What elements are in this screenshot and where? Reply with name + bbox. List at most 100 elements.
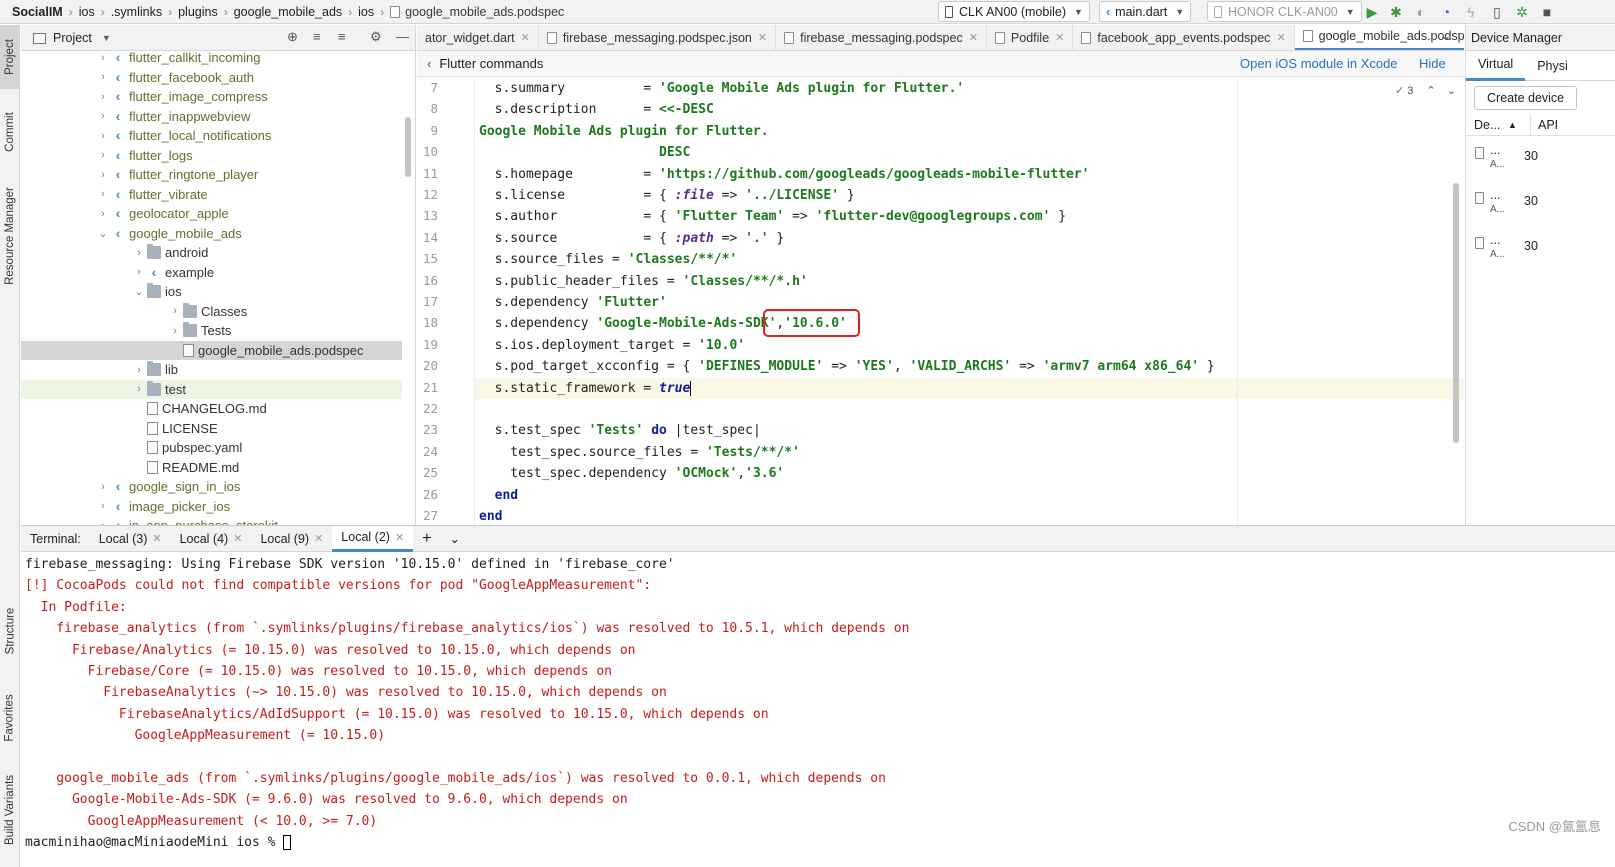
expand-arrow-icon[interactable]: › — [95, 208, 111, 220]
tree-item[interactable]: › Tests — [21, 321, 402, 341]
device-row[interactable]: ... A... 30 — [1466, 233, 1615, 277]
tool-tab-resource-manager[interactable]: Resource Manager — [0, 175, 20, 297]
tree-item[interactable]: › lib — [21, 360, 402, 380]
tree-item[interactable]: › test — [21, 379, 402, 399]
profile-icon[interactable]: ◔ — [1437, 3, 1455, 21]
chevron-down-icon[interactable]: ⌄ — [1441, 29, 1451, 43]
close-icon[interactable]: ✕ — [152, 532, 161, 545]
run-icon[interactable]: ▶ — [1363, 3, 1381, 21]
expand-arrow-icon[interactable]: › — [95, 71, 111, 83]
expand-arrow-icon[interactable]: › — [95, 500, 111, 512]
terminal-tab[interactable]: Local (4) ✕ — [171, 526, 252, 552]
code-area[interactable]: s.summary = 'Google Mobile Ads plugin fo… — [475, 78, 1435, 525]
editor-tab[interactable]: Podfile ✕ — [987, 25, 1074, 50]
tree-item[interactable]: ⌄ ‹ google_mobile_ads — [21, 224, 402, 244]
editor-tab[interactable]: google_mobile_ads.podspec✕ — [1294, 25, 1464, 50]
run-coverage-icon[interactable]: ◐ — [1412, 3, 1430, 21]
tool-tab-structure[interactable]: Structure — [0, 595, 20, 667]
close-icon[interactable]: ✕ — [1055, 31, 1064, 44]
editor-tab[interactable]: firebase_messaging.podspec.json ✕ — [539, 25, 777, 50]
close-icon[interactable]: ✕ — [969, 31, 978, 44]
inspection-widget[interactable]: ✓ 3 ⌃ ⌄ — [1395, 84, 1456, 97]
tree-item[interactable]: LICENSE — [21, 419, 402, 439]
expand-arrow-icon[interactable]: › — [131, 266, 147, 278]
tool-tab-project[interactable]: Project — [0, 25, 20, 89]
add-terminal-icon[interactable]: + — [413, 526, 440, 552]
expand-arrow-icon[interactable]: › — [95, 188, 111, 200]
tree-item[interactable]: › ‹ flutter_facebook_auth — [21, 68, 402, 88]
expand-arrow-icon[interactable]: ⌄ — [95, 227, 111, 240]
tool-tab-build-variants[interactable]: Build Variants — [0, 765, 20, 855]
expand-arrow-icon[interactable]: › — [131, 364, 147, 376]
breadcrumb-item[interactable]: ios — [79, 5, 95, 19]
close-icon[interactable]: ✕ — [521, 31, 530, 44]
code-editor[interactable]: 7 8 9 10 11 12 13 14 15 16 17 18 19 20 21 22 23 24 25 26 27 … — [417, 78, 1464, 525]
editor-tab[interactable]: ator_widget.dart ✕ — [417, 25, 539, 50]
expand-arrow-icon[interactable]: › — [95, 481, 111, 493]
editor-tab[interactable]: facebook_app_events.podspec ✕ — [1073, 25, 1295, 50]
hide-link[interactable]: Hide — [1419, 56, 1446, 71]
tree-item[interactable]: › ‹ example — [21, 263, 402, 283]
terminal-output[interactable]: firebase_messaging: Using Firebase SDK v… — [25, 554, 1605, 853]
close-icon[interactable]: ✕ — [1276, 31, 1285, 44]
expand-arrow-icon[interactable]: › — [167, 325, 183, 337]
tab-physical[interactable]: Physi — [1525, 51, 1580, 81]
tree-item[interactable]: › ‹ flutter_logs — [21, 146, 402, 166]
expand-arrow-icon[interactable]: ⌄ — [131, 285, 147, 298]
tree-item[interactable]: › ‹ google_sign_in_ios — [21, 477, 402, 497]
device-row[interactable]: ... A... 30 — [1466, 188, 1615, 232]
editor-scrollbar[interactable] — [1453, 183, 1459, 443]
attach-debugger-icon[interactable]: ✲ — [1513, 3, 1531, 21]
tool-tab-favorites[interactable]: Favorites — [0, 680, 20, 755]
tree-item[interactable]: google_mobile_ads.podspec — [21, 340, 402, 360]
project-scrollbar[interactable] — [405, 117, 411, 177]
breadcrumb-item[interactable]: SocialIM — [12, 5, 63, 19]
expand-arrow-icon[interactable]: › — [95, 149, 111, 161]
tree-item[interactable]: › ‹ flutter_image_compress — [21, 87, 402, 107]
terminal-tab[interactable]: Local (3) ✕ — [90, 526, 171, 552]
device-mirror-icon[interactable]: ▯ — [1488, 3, 1506, 21]
tool-tab-commit[interactable]: Commit — [0, 97, 20, 167]
caret-down-icon[interactable]: ▼ — [102, 33, 111, 43]
expand-all-icon[interactable]: ≡ — [313, 29, 321, 44]
tree-item[interactable]: › ‹ flutter_ringtone_player — [21, 165, 402, 185]
collapse-all-icon[interactable]: ≡ — [338, 29, 346, 44]
expand-arrow-icon[interactable]: › — [131, 383, 147, 395]
terminal-tab[interactable]: Local (2) ✕ — [332, 525, 414, 552]
hot-reload-icon[interactable]: ϟ — [1462, 3, 1480, 21]
breadcrumb-item[interactable]: .symlinks — [111, 5, 162, 19]
editor-tab[interactable]: firebase_messaging.podspec ✕ — [776, 25, 987, 50]
run-config-selector[interactable]: ‹ main.dart ▼ — [1099, 1, 1192, 22]
tree-item[interactable]: ›‹in_app_purchase_storekit — [21, 516, 402, 525]
expand-arrow-icon[interactable]: › — [95, 52, 111, 64]
tree-item[interactable]: › ‹ flutter_local_notifications — [21, 126, 402, 146]
expand-arrow-icon[interactable]: › — [167, 305, 183, 317]
column-device[interactable]: De... — [1474, 118, 1500, 132]
tab-virtual[interactable]: Virtual — [1466, 51, 1526, 81]
chevron-down-icon[interactable]: ⌄ — [1447, 85, 1456, 97]
breadcrumb-file[interactable]: google_mobile_ads.podspec — [390, 5, 564, 19]
device-row[interactable]: ... A... 30 — [1466, 143, 1615, 187]
tree-item[interactable]: README.md — [21, 458, 402, 478]
tree-item[interactable]: › android — [21, 243, 402, 263]
breadcrumb-item[interactable]: ios — [358, 5, 374, 19]
tree-item[interactable]: › ‹ geolocator_apple — [21, 204, 402, 224]
tree-item[interactable]: › ‹ image_picker_ios — [21, 497, 402, 517]
close-icon[interactable]: ✕ — [395, 531, 404, 544]
tree-item[interactable]: › ‹ flutter_callkit_incoming — [21, 51, 402, 68]
device-selector[interactable]: CLK AN00 (mobile) ▼ — [938, 1, 1090, 22]
chevron-down-icon[interactable]: ⌄ — [441, 526, 469, 552]
create-device-button[interactable]: Create device — [1474, 86, 1578, 110]
hide-icon[interactable]: — — [396, 29, 409, 44]
column-api[interactable]: API — [1538, 118, 1558, 132]
expand-arrow-icon[interactable]: › — [95, 130, 111, 142]
open-ios-module-link[interactable]: Open iOS module in Xcode — [1240, 56, 1398, 71]
tree-item[interactable]: › ‹ flutter_inappwebview — [21, 107, 402, 127]
stop-icon[interactable]: ■ — [1538, 3, 1556, 21]
expand-arrow-icon[interactable]: › — [95, 169, 111, 181]
close-icon[interactable]: ✕ — [233, 532, 242, 545]
terminal-tab[interactable]: Local (9) ✕ — [251, 526, 332, 552]
target-selector[interactable]: HONOR CLK-AN00 ▼ — [1207, 1, 1362, 22]
close-icon[interactable]: ✕ — [314, 532, 323, 545]
expand-arrow-icon[interactable]: › — [95, 110, 111, 122]
